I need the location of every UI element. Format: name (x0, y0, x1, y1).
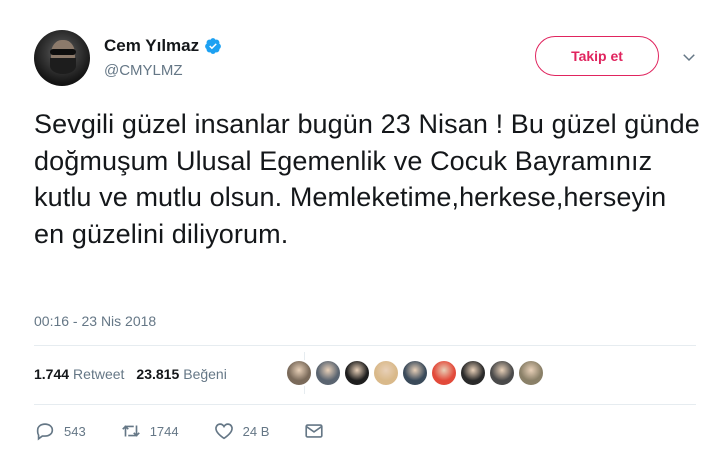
like-button[interactable]: 24 B (213, 420, 270, 442)
liker-avatars (285, 359, 546, 387)
liker-avatar[interactable] (343, 359, 371, 387)
display-name-row[interactable]: Cem Yılmaz (104, 36, 222, 56)
tweet-actions: 543 1744 24 B (34, 420, 359, 442)
heart-icon (214, 423, 233, 440)
liker-avatar[interactable] (488, 359, 516, 387)
retweet-button[interactable]: 1744 (120, 420, 179, 442)
liker-avatar[interactable] (459, 359, 487, 387)
liker-avatar[interactable] (285, 359, 313, 387)
verified-badge-icon (205, 38, 221, 54)
message-button[interactable] (303, 420, 325, 442)
divider (34, 345, 696, 346)
retweets-label[interactable]: Retweet (73, 366, 124, 382)
likes-label[interactable]: Beğeni (183, 366, 227, 382)
chevron-down-icon[interactable] (680, 48, 698, 66)
liker-avatar[interactable] (517, 359, 545, 387)
liker-avatar[interactable] (372, 359, 400, 387)
user-names: Cem Yılmaz @CMYLMZ (104, 36, 222, 79)
reply-count: 543 (64, 423, 86, 439)
tweet-header: Cem Yılmaz @CMYLMZ Takip et (34, 30, 714, 90)
reply-icon (36, 423, 54, 441)
retweets-count[interactable]: 1.744 (34, 366, 69, 382)
follow-button[interactable]: Takip et (535, 36, 659, 76)
like-count: 24 B (242, 423, 270, 439)
envelope-icon (305, 424, 323, 438)
display-name[interactable]: Cem Yılmaz (104, 36, 199, 56)
avatar-glasses (50, 49, 76, 55)
tweet-stats: 1.744 Retweet 23.815 Beğeni (34, 352, 305, 394)
liker-avatar[interactable] (430, 359, 458, 387)
retweet-count: 1744 (149, 423, 179, 439)
likes-count[interactable]: 23.815 (136, 366, 179, 382)
reply-button[interactable]: 543 (34, 420, 86, 442)
avatar[interactable] (34, 30, 90, 86)
tweet-text: Sevgili güzel insanlar bugün 23 Nisan ! … (34, 109, 700, 249)
avatar-beard (50, 58, 76, 74)
liker-avatar[interactable] (314, 359, 342, 387)
retweet-icon (121, 425, 140, 437)
divider (34, 404, 696, 405)
tweet-timestamp[interactable]: 00:16 - 23 Nis 2018 (34, 313, 156, 329)
liker-avatar[interactable] (401, 359, 429, 387)
user-handle[interactable]: @CMYLMZ (104, 62, 222, 79)
